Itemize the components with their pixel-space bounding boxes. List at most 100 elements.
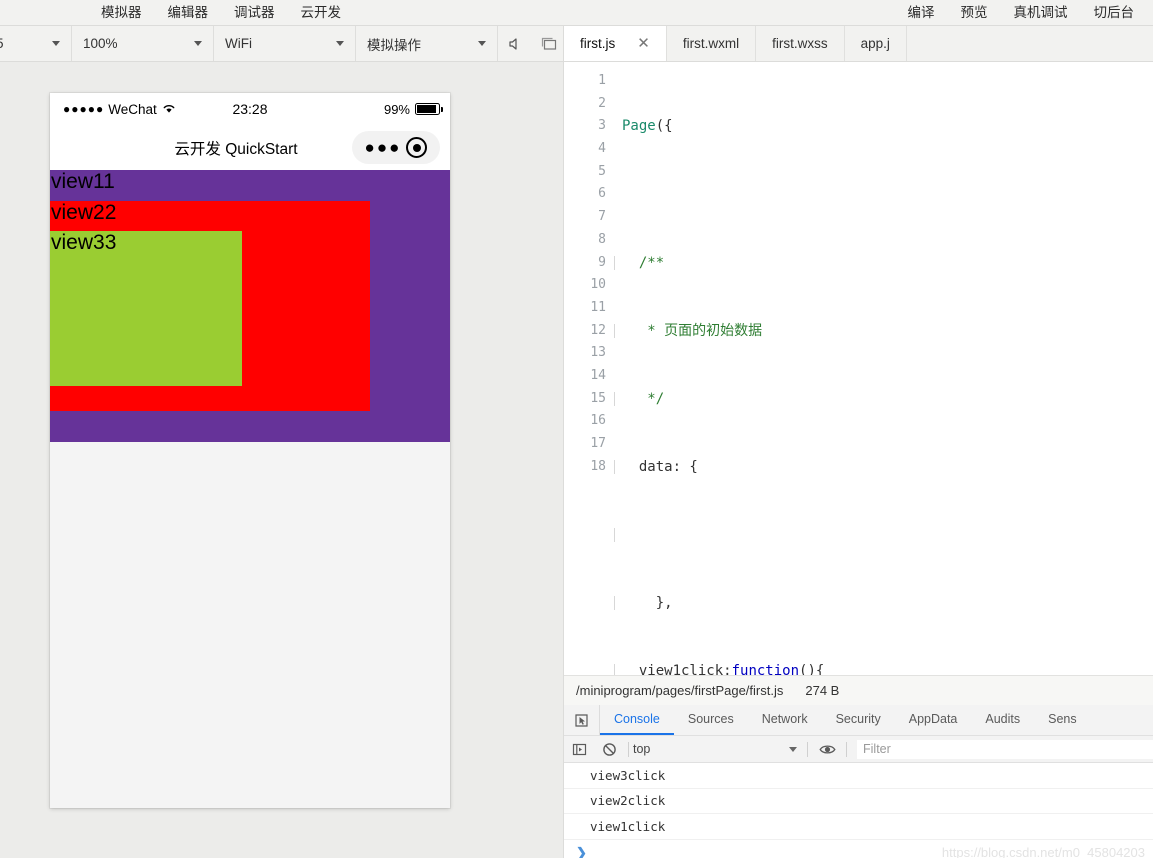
console-filter-bar: top [564,736,1153,763]
zoom-select[interactable]: 100% [72,26,214,61]
menu-left-group: 模拟器 编辑器 调试器 云开发 [88,0,354,26]
battery-icon [415,103,443,115]
chevron-down-icon [478,41,486,46]
tab-first-js-label: first.js [580,36,616,51]
devtools-tab-console[interactable]: Console [600,705,674,735]
editor-tab-bar: first.js ✕ first.wxml first.wxss app.j [564,26,1153,62]
devtools-tab-security[interactable]: Security [822,705,895,735]
editor-pane: first.js ✕ first.wxml first.wxss app.j 1… [563,26,1153,858]
code-line-5: */ [622,388,1153,411]
tab-first-wxss[interactable]: first.wxss [756,26,845,61]
live-expression-icon[interactable] [812,736,842,763]
code-line-1: Page({ [622,118,673,135]
console-context-value: top [633,742,651,756]
phone-frame: ●●●●● WeChat 23:28 99% 云开发 QuickStart ●●… [50,93,450,808]
devtools-tab-audits[interactable]: Audits [971,705,1034,735]
console-filter-input[interactable] [857,739,1153,759]
line-number: 8 [598,231,606,247]
console-entry: view3click [564,763,1153,789]
chevron-down-icon [194,41,202,46]
tab-app-js[interactable]: app.j [845,26,907,61]
phone-nav-bar: 云开发 QuickStart ●●● [50,125,450,170]
devtools-tab-sensor[interactable]: Sens [1034,705,1091,735]
line-number: 17 [590,436,606,451]
code-line-4: * 页面的初始数据 [622,320,1153,343]
phone-status-bar: ●●●●● WeChat 23:28 99% [50,93,450,125]
code-line-7 [622,524,1153,547]
clear-console-icon[interactable] [594,736,624,763]
menu-item-simulator[interactable]: 模拟器 [88,0,155,26]
simulate-action-value: 模拟操作 [367,37,421,53]
view-1[interactable]: view11 view22 view33 [50,170,450,442]
devtools-tab-sources[interactable]: Sources [674,705,748,735]
line-number: 7 [598,209,606,225]
code-line-9: view1click:function(){ [622,660,1153,675]
menu-item-cloud-dev[interactable]: 云开发 [288,0,355,26]
menu-item-background[interactable]: 切后台 [1081,0,1148,26]
menu-item-compile[interactable]: 编译 [895,0,948,26]
battery-percent-label: 99% [383,101,410,117]
network-select[interactable]: WiFi [214,26,356,61]
file-status-bar: /miniprogram/pages/firstPage/first.js 27… [564,675,1153,705]
page-title: 云开发 QuickStart [174,140,298,158]
console-entry: view2click [564,789,1153,814]
filter-divider [846,741,847,757]
code-line-6: data: { [622,456,1153,479]
target-icon[interactable] [406,137,428,158]
line-number: 1 [598,73,606,88]
view-1-label: view11 [51,170,115,193]
view-2-label: view22 [51,201,117,224]
view-2[interactable]: view22 view33 [50,201,370,411]
devtools-tab-appdata[interactable]: AppData [895,705,972,735]
chevron-down-icon [336,41,344,46]
menu-item-editor[interactable]: 编辑器 [155,0,222,26]
menu-item-preview[interactable]: 预览 [948,0,1001,26]
line-number: 3 [598,118,606,134]
devtools-tab-network[interactable]: Network [748,705,822,735]
filter-divider [628,741,629,757]
network-select-value: WiFi [225,36,252,51]
mute-speaker-icon[interactable] [498,26,531,62]
menu-right-group: 编译 预览 真机调试 切后台 [895,0,1148,26]
top-menu-bar: 模拟器 编辑器 调试器 云开发 编译 预览 真机调试 切后台 [0,0,1153,26]
file-size-label: 274 B [805,683,840,698]
line-number: 12 [590,322,606,338]
line-number: 16 [590,413,606,429]
device-select[interactable]: 5 [0,26,72,61]
filter-divider [807,741,808,757]
line-number: 11 [590,299,606,315]
file-path-label: /miniprogram/pages/firstPage/first.js [576,683,784,698]
line-number: 10 [590,277,606,293]
inspect-cursor-icon[interactable] [564,705,600,735]
tab-first-wxml-label: first.wxml [682,36,740,51]
console-context-select[interactable]: top [633,742,803,756]
line-number: 14 [590,367,606,383]
code-editor[interactable]: 1 2 3 4 5 6 7 8 9 10 11 12 13 14 15 16 1… [564,62,1153,675]
menu-item-device-debug[interactable]: 真机调试 [1001,0,1081,26]
show-console-sidebar-icon[interactable] [564,736,594,763]
devtools-panel: Console Sources Network Security AppData… [564,705,1153,858]
line-number: 15 [590,390,606,406]
watermark: https://blog.csdn.net/m0_45804203 [941,844,1145,858]
menu-item-debugger[interactable]: 调试器 [221,0,288,26]
simulate-action-select[interactable]: 模拟操作 [356,26,498,61]
console-entry: view1click [564,814,1153,840]
devtools-tab-bar: Console Sources Network Security AppData… [564,705,1153,736]
line-number: 18 [590,458,606,474]
view-3[interactable]: view33 [50,231,242,386]
tab-first-wxml[interactable]: first.wxml [667,26,757,61]
console-prompt[interactable]: ❯ https://blog.csdn.net/m0_45804203 [564,840,1153,858]
code-line-3: /** [622,252,1153,275]
more-dots-icon[interactable]: ●●● [365,139,402,156]
capsule-button[interactable]: ●●● [352,131,440,164]
tab-first-wxss-label: first.wxss [772,36,828,51]
line-number: 6 [598,186,606,202]
status-right: 99% [383,101,443,117]
wechat-devtools-window: 模拟器 编辑器 调试器 云开发 编译 预览 真机调试 切后台 5 100% Wi… [0,0,1153,858]
window-icon[interactable] [532,26,565,62]
line-number: 2 [598,95,606,111]
tab-first-js[interactable]: first.js ✕ [564,26,667,61]
close-icon[interactable]: ✕ [637,36,650,51]
line-number-gutter: 1 2 3 4 5 6 7 8 9 10 11 12 13 14 15 16 1… [564,70,612,478]
